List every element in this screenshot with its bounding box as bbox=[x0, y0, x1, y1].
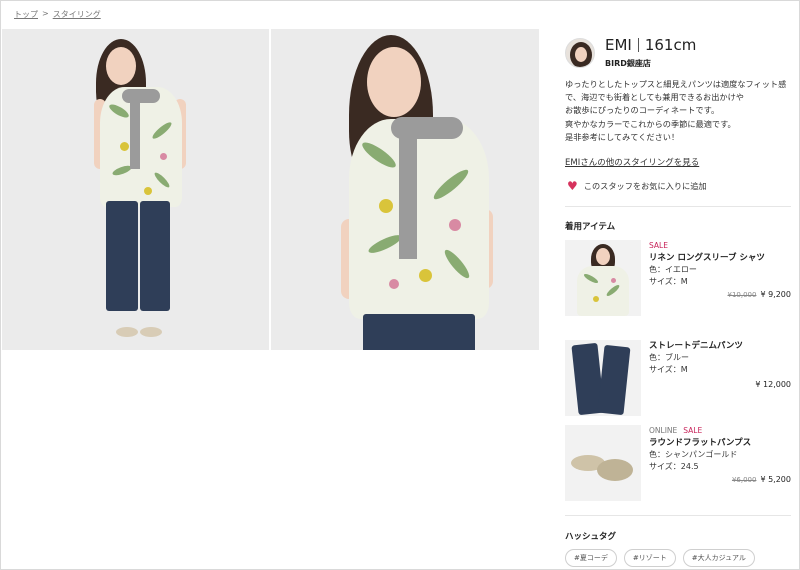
worn-item[interactable]: ONLINE SALE ラウンドフラットパンプス 色：シャンパンゴールド サイズ：… bbox=[565, 425, 791, 501]
item-current-price: ¥ 9,200 bbox=[760, 290, 791, 299]
item-color: 色：シャンパンゴールド bbox=[649, 450, 738, 459]
item-info: SALE リネン ロングスリーブ シャツ 色：イエロー サイズ：M bbox=[649, 240, 791, 288]
staff-shop: BIRD銀座店 bbox=[605, 59, 651, 68]
hashtag-section-title: ハッシュタグ bbox=[565, 532, 617, 542]
breadcrumb-top-link[interactable]: トップ bbox=[14, 9, 38, 20]
item-name[interactable]: リネン ロングスリーブ シャツ bbox=[649, 252, 791, 264]
description-line: お散歩にぴったりのコーディネートです。 bbox=[565, 105, 720, 116]
hashtag-chip[interactable]: #夏コーデ bbox=[565, 549, 617, 567]
name-separator bbox=[637, 38, 639, 52]
favorite-label: このスタッフをお気に入りに追加 bbox=[583, 181, 707, 191]
item-color: 色：ブルー bbox=[649, 353, 689, 362]
item-old-price: ¥10,000 bbox=[727, 291, 757, 299]
description-line: 是非参考にしてみてください！ bbox=[565, 131, 680, 142]
staff-name-line: EMI 161cm bbox=[605, 36, 696, 54]
favorite-staff-button[interactable]: ♥ このスタッフをお気に入りに追加 bbox=[567, 180, 707, 192]
sale-badge: SALE bbox=[683, 426, 703, 435]
heart-icon: ♥ bbox=[567, 179, 578, 193]
breadcrumb: トップ > スタイリング bbox=[14, 9, 101, 20]
worn-item[interactable]: SALE リネン ロングスリーブ シャツ 色：イエロー サイズ：M ¥10,00… bbox=[565, 240, 791, 316]
worn-item[interactable]: ストレートデニムパンツ 色：ブルー サイズ：M ¥ 12,000 bbox=[565, 340, 791, 416]
hashtag-chip[interactable]: #大人カジュアル bbox=[682, 549, 755, 567]
item-size: サイズ：24.5 bbox=[649, 462, 699, 471]
item-current-price: ¥ 12,000 bbox=[755, 380, 791, 389]
description-line: ゆったりとしたトップスと細見えパンツは適度なフィット感 bbox=[565, 79, 787, 89]
items-section-title: 着用アイテム bbox=[565, 222, 616, 232]
description-line: 爽やかなカラーでこれからの季節に最適です。 bbox=[565, 118, 736, 129]
item-thumbnail[interactable] bbox=[565, 340, 641, 416]
item-thumbnail[interactable] bbox=[565, 240, 641, 316]
staff-height: 161cm bbox=[644, 36, 697, 54]
item-old-price: ¥6,000 bbox=[731, 476, 757, 484]
item-info: ストレートデニムパンツ 色：ブルー サイズ：M bbox=[649, 340, 791, 376]
item-size: サイズ：M bbox=[649, 277, 688, 286]
item-size: サイズ：M bbox=[649, 365, 688, 374]
styling-photo-closeup[interactable] bbox=[271, 29, 539, 350]
hashtag-chip[interactable]: #リゾート bbox=[623, 549, 676, 567]
staff-name: EMI bbox=[605, 36, 632, 54]
divider bbox=[565, 206, 791, 207]
online-badge: ONLINE bbox=[649, 426, 678, 435]
item-info: ONLINE SALE ラウンドフラットパンプス 色：シャンパンゴールド サイズ：… bbox=[649, 425, 791, 473]
breadcrumb-separator: > bbox=[42, 9, 49, 18]
breadcrumb-styling-link[interactable]: スタイリング bbox=[53, 9, 101, 20]
item-price: ¥ 12,000 bbox=[755, 380, 791, 389]
item-price: ¥6,000 ¥ 5,200 bbox=[732, 475, 791, 484]
description-line: で、海辺でも街着としても兼用できるお出かけや bbox=[565, 92, 744, 103]
sale-badge: SALE bbox=[649, 241, 668, 250]
divider bbox=[565, 515, 791, 516]
staff-more-stylings-link[interactable]: EMIさんの他のスタイリングを見る bbox=[565, 156, 699, 168]
avatar[interactable] bbox=[565, 38, 595, 68]
item-thumbnail[interactable] bbox=[565, 425, 641, 501]
item-name[interactable]: ラウンドフラットパンプス bbox=[649, 437, 791, 449]
styling-description: ゆったりとしたトップスと細見えパンツは適度なフィット感 で、海辺でも街着としても… bbox=[565, 78, 793, 144]
item-current-price: ¥ 5,200 bbox=[760, 475, 791, 484]
styling-photo-full[interactable] bbox=[2, 29, 269, 350]
hashtag-list: #夏コーデ #リゾート #大人カジュアル bbox=[565, 549, 755, 567]
item-name[interactable]: ストレートデニムパンツ bbox=[649, 340, 791, 352]
item-color: 色：イエロー bbox=[649, 265, 697, 274]
item-price: ¥10,000 ¥ 9,200 bbox=[728, 290, 792, 299]
